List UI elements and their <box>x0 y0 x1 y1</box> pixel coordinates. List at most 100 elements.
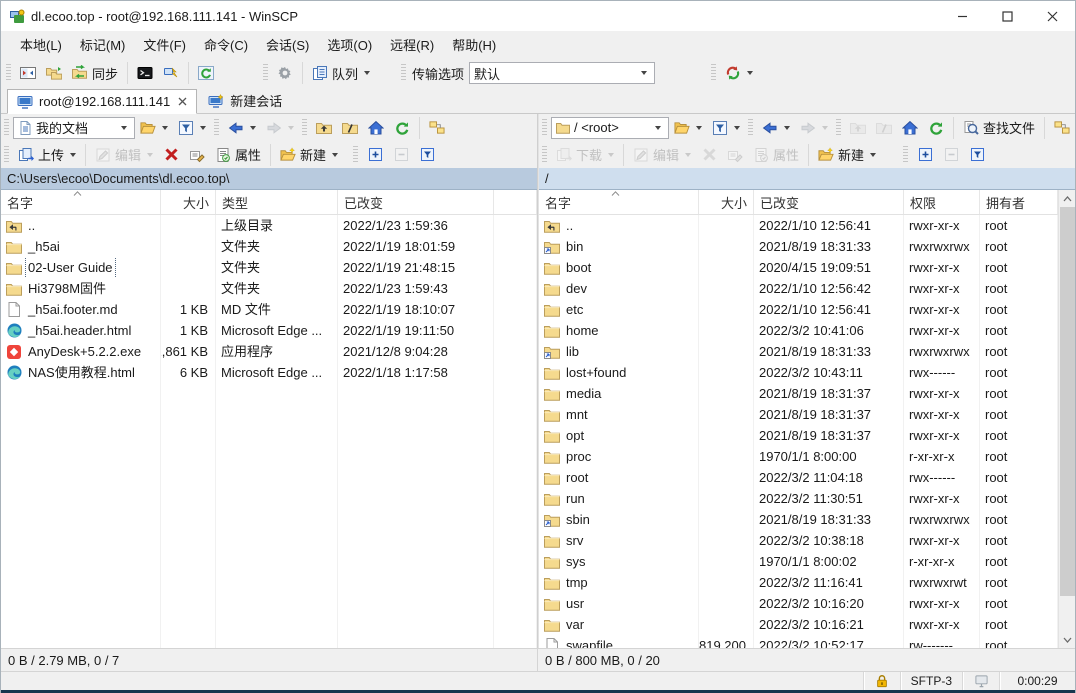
scrollbar-thumb[interactable] <box>1060 207 1075 596</box>
remote-file-row[interactable]: srv2022/3/2 10:38:18rwxr-xr-xroot <box>539 530 1058 551</box>
synchronize-button[interactable]: 同步 <box>67 60 123 87</box>
tab-close-icon[interactable] <box>178 97 187 106</box>
local-filter-button[interactable] <box>173 116 211 140</box>
protocol-status[interactable]: SFTP-3 <box>900 672 962 690</box>
session-duration[interactable]: 0:00:29 <box>999 672 1075 690</box>
close-button[interactable] <box>1030 1 1075 31</box>
local-path-bar[interactable]: C:\Users\ecoo\Documents\dl.ecoo.top\ <box>1 168 537 190</box>
remote-column-header-modified[interactable]: 已改变 <box>754 190 904 214</box>
local-collapse-button[interactable] <box>388 143 414 167</box>
queue-button[interactable]: 队列 <box>307 60 375 87</box>
menu-item-3[interactable]: 命令(C) <box>195 32 257 57</box>
local-parent-directory-button[interactable] <box>311 116 337 140</box>
upload-button[interactable]: 上传 <box>13 141 81 168</box>
local-refresh-button[interactable] <box>389 116 415 140</box>
remote-file-row[interactable]: lib2021/8/19 18:31:33rwxrwxrwxroot <box>539 341 1058 362</box>
download-button[interactable]: 下载 <box>551 141 619 168</box>
local-location-combobox[interactable]: 我的文档 <box>13 117 135 139</box>
local-file-row[interactable]: _h5ai.footer.md1 KBMD 文件2022/1/19 18:10:… <box>1 299 537 320</box>
sync-browsing-button[interactable] <box>41 61 67 85</box>
remote-file-row[interactable]: home2022/3/2 10:41:06rwxr-xr-xroot <box>539 320 1058 341</box>
connection-status[interactable] <box>962 672 999 690</box>
local-file-list[interactable]: ..上级目录2022/1/23 1:59:36_h5ai文件夹2022/1/19… <box>1 215 537 648</box>
remote-column-header-size[interactable]: 大小 <box>699 190 754 214</box>
remote-collapse-button[interactable] <box>938 143 964 167</box>
preferences-button[interactable] <box>272 61 298 85</box>
local-file-row[interactable]: 02-User Guide文件夹2022/1/19 21:48:15 <box>1 257 537 278</box>
remote-file-row[interactable]: run2022/3/2 11:30:51rwxr-xr-xroot <box>539 488 1058 509</box>
local-home-button[interactable] <box>363 116 389 140</box>
maximize-button[interactable] <box>985 1 1030 31</box>
remote-filter-button[interactable] <box>707 116 745 140</box>
remote-open-directory-button[interactable] <box>669 116 707 140</box>
putty-button[interactable] <box>158 61 184 85</box>
remote-filter-edit-button[interactable] <box>964 143 990 167</box>
remote-parent-directory-button[interactable] <box>845 116 871 140</box>
remote-track-button[interactable] <box>1049 116 1075 140</box>
menu-item-4[interactable]: 会话(S) <box>257 32 318 57</box>
tab-session[interactable]: root@192.168.111.141 <box>7 89 197 114</box>
remote-file-row[interactable]: dev2022/1/10 12:56:42rwxr-xr-xroot <box>539 278 1058 299</box>
find-files-button[interactable]: 查找文件 <box>958 114 1040 141</box>
local-file-row[interactable]: _h5ai.header.html1 KBMicrosoft Edge ...2… <box>1 320 537 341</box>
local-edit-button[interactable]: 编辑 <box>90 141 158 168</box>
menu-item-7[interactable]: 帮助(H) <box>443 32 505 57</box>
remote-file-row[interactable]: lost+found2022/3/2 10:43:11rwx------root <box>539 362 1058 383</box>
local-column-header-modified[interactable]: 已改变 <box>338 190 494 214</box>
menu-item-1[interactable]: 标记(M) <box>71 32 135 57</box>
local-track-button[interactable] <box>424 116 450 140</box>
remote-edit-button[interactable]: 编辑 <box>628 141 696 168</box>
remote-column-header-perms[interactable]: 权限 <box>904 190 980 214</box>
remote-file-row[interactable]: ..2022/1/10 12:56:41rwxr-xr-xroot <box>539 215 1058 236</box>
remote-delete-button[interactable] <box>696 143 722 167</box>
remote-properties-button[interactable]: 属性 <box>748 141 804 168</box>
remote-file-row[interactable]: opt2021/8/19 18:31:37rwxr-xr-xroot <box>539 425 1058 446</box>
remote-back-button[interactable] <box>757 116 795 140</box>
local-open-directory-button[interactable] <box>135 116 173 140</box>
local-delete-button[interactable] <box>158 143 184 167</box>
encryption-status[interactable] <box>863 672 900 690</box>
remote-refresh-button[interactable] <box>923 116 949 140</box>
menu-item-5[interactable]: 选项(O) <box>318 32 381 57</box>
local-column-header-type[interactable]: 类型 <box>216 190 338 214</box>
local-file-row[interactable]: AnyDesk+5.2.2.exe2,861 KB应用程序2021/12/8 9… <box>1 341 537 362</box>
local-properties-button[interactable]: 属性 <box>210 141 266 168</box>
local-forward-button[interactable] <box>261 116 299 140</box>
local-file-row[interactable]: NAS使用教程.html6 KBMicrosoft Edge ...2022/1… <box>1 362 537 383</box>
tab-new-session[interactable]: 新建会话 <box>199 88 291 113</box>
menu-item-6[interactable]: 远程(R) <box>381 32 443 57</box>
remote-file-row[interactable]: proc1970/1/1 8:00:00r-xr-xr-xroot <box>539 446 1058 467</box>
local-rename-button[interactable] <box>184 143 210 167</box>
remote-path-bar[interactable]: / <box>539 168 1075 190</box>
refresh-session-button[interactable] <box>193 61 219 85</box>
local-file-row[interactable]: _h5ai文件夹2022/1/19 18:01:59 <box>1 236 537 257</box>
remote-file-row[interactable]: mnt2021/8/19 18:31:37rwxr-xr-xroot <box>539 404 1058 425</box>
remote-expand-button[interactable] <box>912 143 938 167</box>
menu-item-0[interactable]: 本地(L) <box>11 32 71 57</box>
menu-item-2[interactable]: 文件(F) <box>134 32 195 57</box>
remote-file-row[interactable]: etc2022/1/10 12:56:41rwxr-xr-xroot <box>539 299 1058 320</box>
vertical-scrollbar[interactable] <box>1058 190 1075 648</box>
remote-rename-button[interactable] <box>722 143 748 167</box>
local-root-directory-button[interactable] <box>337 116 363 140</box>
console-button[interactable] <box>132 61 158 85</box>
remote-column-header-owner[interactable]: 拥有者 <box>980 190 1058 214</box>
transfer-settings-button[interactable] <box>720 61 758 85</box>
remote-file-row[interactable]: boot2020/4/15 19:09:51rwxr-xr-xroot <box>539 257 1058 278</box>
remote-file-row[interactable]: sbin2021/8/19 18:31:33rwxrwxrwxroot <box>539 509 1058 530</box>
remote-location-combobox[interactable]: / <root> <box>551 117 669 139</box>
remote-new-button[interactable]: 新建 <box>813 141 881 168</box>
remote-file-row[interactable]: bin2021/8/19 18:31:33rwxrwxrwxroot <box>539 236 1058 257</box>
remote-file-row[interactable]: media2021/8/19 18:31:37rwxr-xr-xroot <box>539 383 1058 404</box>
pane-layout-button[interactable] <box>15 61 41 85</box>
remote-forward-button[interactable] <box>795 116 833 140</box>
local-back-button[interactable] <box>223 116 261 140</box>
scroll-up-icon[interactable] <box>1059 190 1075 207</box>
remote-file-row[interactable]: swapfile819,2002022/3/2 10:52:17rw------… <box>539 635 1058 648</box>
scroll-down-icon[interactable] <box>1059 631 1076 648</box>
local-file-row[interactable]: Hi3798M固件文件夹2022/1/23 1:59:43 <box>1 278 537 299</box>
remote-file-row[interactable]: sys1970/1/1 8:00:02r-xr-xr-xroot <box>539 551 1058 572</box>
local-column-header-blank[interactable] <box>494 190 537 214</box>
remote-file-row[interactable]: tmp2022/3/2 11:16:41rwxrwxrwtroot <box>539 572 1058 593</box>
remote-root-directory-button[interactable] <box>871 116 897 140</box>
